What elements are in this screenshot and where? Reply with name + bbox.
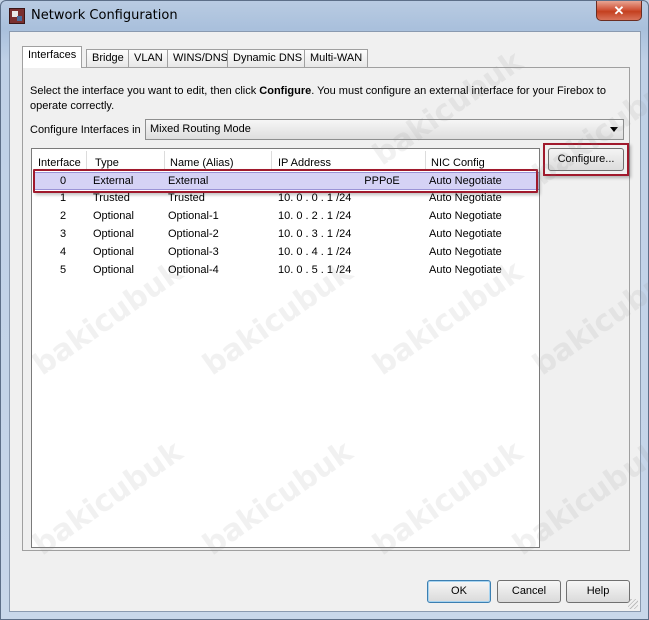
table-row[interactable]: 5 Optional Optional-4 10. 0 . 5 . 1 /24 … <box>34 262 539 280</box>
mode-label: Configure Interfaces in <box>30 124 141 136</box>
cell-interface: 0 <box>60 175 67 187</box>
routing-mode-select[interactable]: Mixed Routing Mode <box>145 119 624 140</box>
interfaces-panel: Select the interface you want to edit, t… <box>22 67 630 551</box>
column-divider <box>425 151 426 169</box>
cell-name: External <box>168 175 209 187</box>
column-header-ip-address[interactable]: IP Address <box>278 157 331 169</box>
cell-type: Optional <box>93 246 134 258</box>
cell-ip-address: 10. 0 . 3 . 1 /24 <box>278 228 352 240</box>
tab-bridge[interactable]: Bridge <box>86 49 130 68</box>
column-header-name[interactable]: Name (Alias) <box>170 157 234 169</box>
app-icon <box>9 8 25 24</box>
table-row[interactable]: 3 Optional Optional-2 10. 0 . 3 . 1 /24 … <box>34 226 539 244</box>
cell-ip-address: 10. 0 . 2 . 1 /24 <box>278 210 352 222</box>
tab-multi-wan[interactable]: Multi-WAN <box>304 49 369 68</box>
cell-type: Optional <box>93 264 134 276</box>
cancel-button[interactable]: Cancel <box>497 580 561 603</box>
resize-grip-icon[interactable] <box>628 599 638 609</box>
column-header-type[interactable]: Type <box>95 157 119 169</box>
cell-nic-config: Auto Negotiate <box>429 210 502 222</box>
tab-vlan[interactable]: VLAN <box>128 49 169 68</box>
cell-name: Optional-1 <box>168 210 219 222</box>
instructions-text: Select the interface you want to edit, t… <box>30 84 622 114</box>
cell-name: Optional-3 <box>168 246 219 258</box>
ok-button[interactable]: OK <box>427 580 491 603</box>
tab-interfaces[interactable]: Interfaces <box>22 46 83 68</box>
cell-ip-address: 10. 0 . 4 . 1 /24 <box>278 246 352 258</box>
interfaces-table[interactable]: Interface Type Name (Alias) IP Address N… <box>31 148 540 548</box>
column-divider <box>164 151 165 169</box>
cell-type: External <box>93 175 134 187</box>
instructions-part1: Select the interface you want to edit, t… <box>30 85 260 97</box>
instructions-bold: Configure <box>259 85 312 97</box>
table-row[interactable]: 1 Trusted Trusted 10. 0 . 0 . 1 /24 Auto… <box>34 190 539 208</box>
cell-type: Optional <box>93 228 134 240</box>
column-header-nic-config[interactable]: NIC Config <box>431 157 485 169</box>
cell-name: Trusted <box>168 192 205 204</box>
network-configuration-window: Network Configuration ✕ Interfaces Bridg… <box>0 0 649 620</box>
column-divider <box>271 151 272 169</box>
cell-nic-config: Auto Negotiate <box>429 264 502 276</box>
help-button[interactable]: Help <box>566 580 630 603</box>
configure-button[interactable]: Configure... <box>548 148 624 171</box>
routing-mode-value: Mixed Routing Mode <box>150 123 251 135</box>
table-header: Interface Type Name (Alias) IP Address N… <box>32 149 539 171</box>
window-title: Network Configuration <box>31 8 178 23</box>
cell-interface: 3 <box>60 228 67 240</box>
cell-nic-config: Auto Negotiate <box>429 246 502 258</box>
tab-dynamic-dns[interactable]: Dynamic DNS <box>227 49 309 68</box>
chevron-down-icon <box>610 127 618 132</box>
table-row[interactable]: 2 Optional Optional-1 10. 0 . 2 . 1 /24 … <box>34 208 539 226</box>
cell-ip-address: 10. 0 . 0 . 1 /24 <box>278 192 352 204</box>
cell-interface: 5 <box>60 264 67 276</box>
cell-nic-config: Auto Negotiate <box>429 175 502 187</box>
table-row[interactable]: 4 Optional Optional-3 10. 0 . 4 . 1 /24 … <box>34 244 539 262</box>
cell-type: Trusted <box>93 192 130 204</box>
cell-name: Optional-2 <box>168 228 219 240</box>
close-button[interactable]: ✕ <box>596 1 642 21</box>
column-header-interface[interactable]: Interface <box>38 157 81 169</box>
cell-name: Optional-4 <box>168 264 219 276</box>
table-row[interactable]: 0 External External PPPoE Auto Negotiate <box>34 172 539 190</box>
column-divider <box>86 151 87 169</box>
cell-nic-config: Auto Negotiate <box>429 192 502 204</box>
cell-ip-address: 10. 0 . 5 . 1 /24 <box>278 264 352 276</box>
cell-interface: 1 <box>60 192 67 204</box>
cell-interface: 2 <box>60 210 67 222</box>
cell-nic-config: Auto Negotiate <box>429 228 502 240</box>
cell-type: Optional <box>93 210 134 222</box>
tab-wins-dns[interactable]: WINS/DNS <box>167 49 234 68</box>
dialog-client-area: Interfaces Bridge VLAN WINS/DNS Dynamic … <box>9 31 641 612</box>
title-bar[interactable]: Network Configuration ✕ <box>1 1 648 31</box>
cell-interface: 4 <box>60 246 67 258</box>
